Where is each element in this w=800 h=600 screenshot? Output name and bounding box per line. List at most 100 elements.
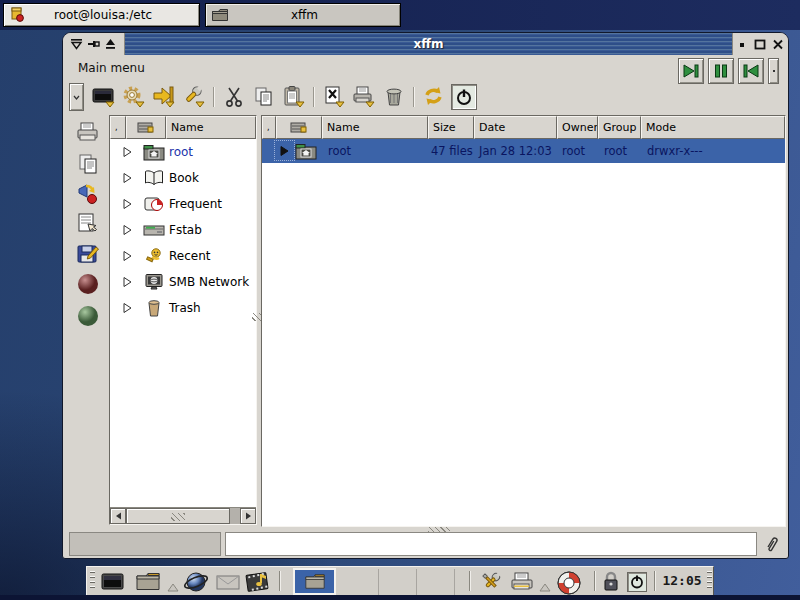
main-menu[interactable]: Main menu [78,61,145,75]
terminal-button[interactable] [91,84,117,110]
expander-icon[interactable] [122,250,133,262]
maximize-icon[interactable] [754,39,766,50]
expander-icon[interactable] [122,198,133,210]
green-sphere-button[interactable] [76,304,100,328]
close-icon[interactable] [772,39,784,50]
tree-header-name[interactable]: Name [166,116,256,139]
trash-icon [141,299,167,317]
power-button[interactable] [451,84,477,110]
media-player-icon [245,570,271,594]
taskbar-button-terminal[interactable]: root@louisa:/etc [3,3,200,27]
tree-item-frequent[interactable]: Frequent [110,191,256,217]
cut-button[interactable] [221,84,247,110]
print-button[interactable] [351,84,377,110]
column-header-date[interactable]: Date [474,116,557,139]
taskbar-clock[interactable]: 12:05 [659,573,705,588]
toolbar-dropdown[interactable] [69,83,84,111]
expander-icon[interactable] [122,172,133,184]
tree-item-recent[interactable]: Recent [110,243,256,269]
open-side-button[interactable] [76,212,100,236]
expander-icon[interactable] [122,276,133,288]
column-header-size[interactable]: Size [428,116,474,139]
expander-icon[interactable] [122,146,133,158]
print-icon [352,85,376,109]
copy-side-button[interactable] [76,153,100,177]
cut-icon [223,86,245,108]
column-header-mode[interactable]: Mode [641,116,785,139]
status-field[interactable] [225,532,757,556]
home-folder-icon [141,143,167,161]
tree-item-root[interactable]: root [110,139,256,165]
cell-mode: drwxr-x--- [647,144,703,158]
popup-arrow[interactable] [539,577,551,586]
list-panel: , Name Size Date Owner Group Mode [261,115,786,527]
print-side-button[interactable] [76,121,100,145]
file-manager-launcher[interactable] [135,570,159,594]
expander-icon[interactable] [279,145,289,157]
run-side-button[interactable] [76,183,100,207]
red-sphere-button[interactable] [76,272,100,296]
tree-header-icon-col[interactable] [126,116,166,139]
shade-icon[interactable] [70,38,83,50]
terminal-icon [92,85,116,109]
list-header-icon-col[interactable] [276,116,322,139]
settings-launcher[interactable] [478,570,502,594]
scrollbar-thumb[interactable] [126,508,230,524]
taskbar-grip[interactable] [90,571,95,591]
scroll-left-button[interactable] [110,508,126,524]
column-header-name[interactable]: Name [322,116,428,139]
power-icon [630,575,644,589]
eject-icon[interactable] [104,38,117,50]
column-header-owner[interactable]: Owner [557,116,598,139]
power-launcher[interactable] [627,572,647,592]
list-header-corner[interactable]: , [262,116,276,139]
tree-horizontal-scrollbar[interactable] [110,507,256,524]
cabinet-icon [137,121,155,135]
refresh-icon [422,85,446,109]
tools-button[interactable] [181,84,207,110]
save-side-button[interactable] [76,242,100,266]
active-window-button[interactable] [293,568,336,595]
tree-item-book[interactable]: Book [110,165,256,191]
expander-icon[interactable] [122,302,133,314]
terminal-launcher[interactable] [101,570,125,594]
tree-item-fstab[interactable]: Fstab [110,217,256,243]
tree-header-corner[interactable]: , [110,116,126,139]
settings-button[interactable] [121,84,147,110]
copy-button[interactable] [251,84,277,110]
tree-item-trash[interactable]: Trash [110,295,256,321]
taskbar-grip[interactable] [707,571,712,591]
pin-icon[interactable] [87,38,100,50]
cabinet-icon [290,121,308,135]
tree-item-smb-network[interactable]: SMB Network [110,269,256,295]
minimize-icon[interactable] [738,39,748,50]
side-toolbar [67,113,109,527]
paste-button[interactable] [281,84,307,110]
popup-arrow[interactable] [167,577,179,586]
web-browser-launcher[interactable] [183,570,207,594]
scroll-right-button[interactable] [240,508,256,524]
frequent-icon [141,195,167,213]
attach-button[interactable] [760,532,782,556]
taskbar-button-xffm[interactable]: xffm [205,3,401,27]
task-slot-divider [378,569,379,595]
green-sphere-icon [76,304,100,328]
scrollbar-track[interactable] [230,508,240,524]
wrench-icon [182,85,206,109]
lock-launcher[interactable] [601,570,621,594]
trash-button[interactable] [381,84,407,110]
mail-launcher[interactable] [215,570,239,594]
popup-arrow-icon [167,583,179,592]
column-header-group[interactable]: Group [598,116,641,139]
properties-button[interactable] [321,84,347,110]
titlebar-title-area[interactable]: xffm [125,33,732,55]
print-launcher[interactable] [509,570,533,594]
media-player-launcher[interactable] [245,570,269,594]
titlebar[interactable]: xffm [63,33,788,55]
go-button[interactable] [151,84,177,110]
help-launcher[interactable] [555,570,579,594]
tree-item-label: Frequent [169,197,222,211]
expander-icon[interactable] [122,224,133,236]
refresh-button[interactable] [421,84,447,110]
list-row-root[interactable]: root 47 files Jan 28 12:03 root root drw… [262,139,785,163]
